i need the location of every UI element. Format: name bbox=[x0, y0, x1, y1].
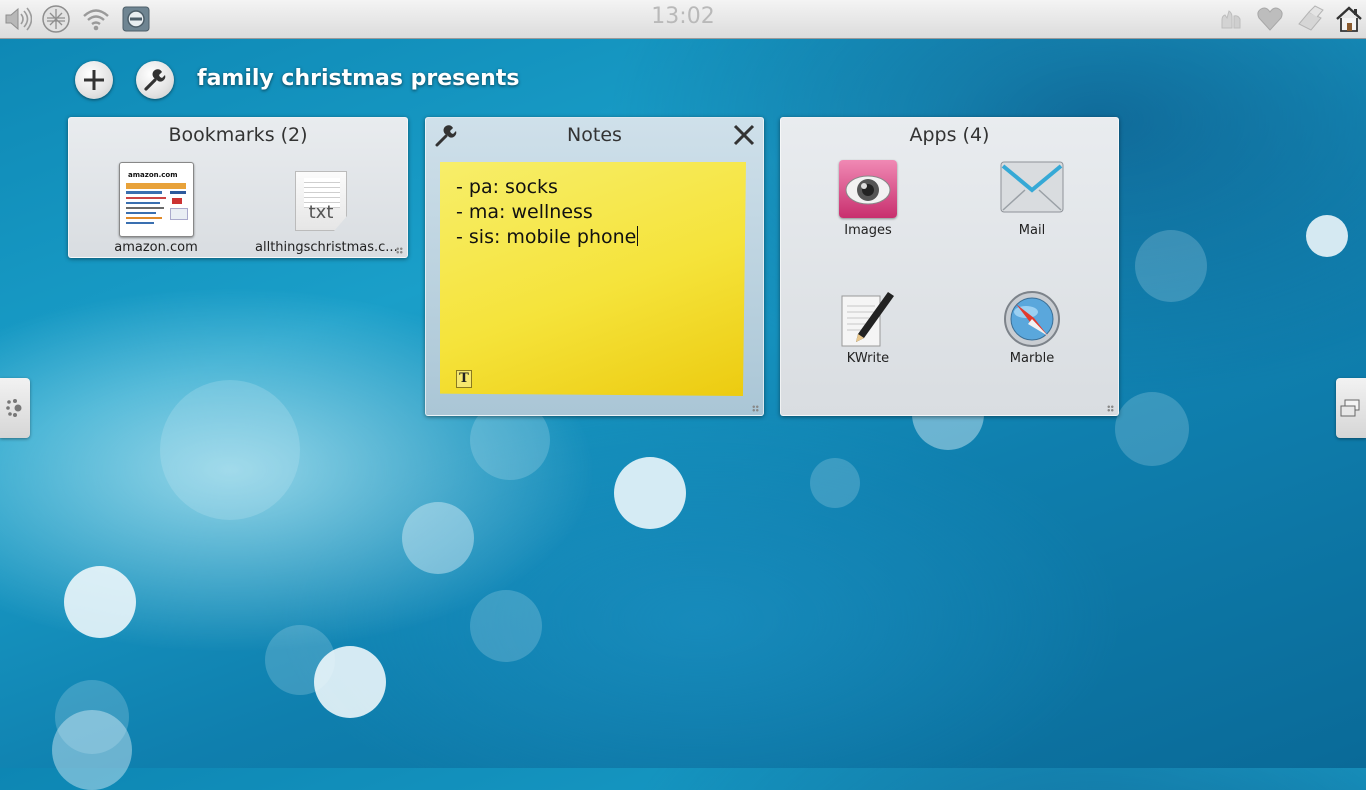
thumbnail-site-name: amazon.com bbox=[128, 171, 178, 179]
close-icon[interactable] bbox=[731, 122, 757, 148]
text-cursor bbox=[637, 226, 639, 246]
bokeh-decoration bbox=[810, 458, 860, 508]
apps-widget[interactable]: Apps (4) Images Mail KWrite Marble bbox=[780, 117, 1119, 416]
left-panel-tab[interactable] bbox=[0, 378, 30, 438]
bokeh-decoration bbox=[314, 646, 386, 718]
app-item-mail[interactable]: Mail bbox=[995, 160, 1069, 240]
spinner-icon bbox=[6, 399, 22, 417]
app-label: Mail bbox=[1018, 223, 1046, 238]
text-file-extension: txt bbox=[308, 202, 334, 223]
note-line: - pa: socks bbox=[456, 176, 558, 198]
bokeh-decoration bbox=[1306, 215, 1348, 257]
app-item-marble[interactable]: Marble bbox=[995, 290, 1069, 370]
add-widgets-button[interactable] bbox=[75, 61, 113, 99]
bokeh-decoration bbox=[614, 457, 686, 529]
bookmarks-title: Bookmarks (2) bbox=[168, 124, 308, 146]
note-line-with-cursor: - sis: mobile phone bbox=[456, 226, 639, 248]
right-panel-tab[interactable] bbox=[1336, 378, 1366, 438]
note-line-text: - sis: mobile phone bbox=[456, 226, 637, 248]
bokeh-decoration bbox=[64, 566, 136, 638]
bokeh-decoration bbox=[470, 590, 542, 662]
bokeh-decoration bbox=[1135, 230, 1207, 302]
plus-icon bbox=[84, 70, 104, 90]
kwrite-icon bbox=[838, 286, 898, 348]
window-switch-icon bbox=[1340, 399, 1360, 417]
configure-activity-button[interactable] bbox=[136, 61, 174, 99]
app-item-images[interactable]: Images bbox=[831, 160, 905, 240]
resize-handle[interactable] bbox=[752, 405, 759, 412]
apps-title: Apps (4) bbox=[909, 124, 990, 146]
text-file-icon: txt bbox=[295, 171, 347, 231]
favorite-heart-icon[interactable] bbox=[1255, 4, 1285, 34]
bokeh-decoration bbox=[55, 680, 129, 754]
images-icon bbox=[839, 160, 897, 218]
clock: 13:02 bbox=[651, 4, 715, 29]
notes-widget[interactable]: Notes - pa: socks - ma: wellness - sis: … bbox=[425, 117, 764, 416]
device-icon[interactable] bbox=[1295, 4, 1325, 34]
webpage-thumbnail-icon: amazon.com bbox=[119, 162, 194, 237]
wrench-icon bbox=[144, 69, 166, 91]
resize-handle[interactable] bbox=[1107, 405, 1114, 412]
mail-icon bbox=[1000, 160, 1064, 214]
bookmark-label: allthingschristmas.c... bbox=[255, 240, 398, 255]
bokeh-decoration bbox=[402, 502, 474, 574]
bookmark-label: amazon.com bbox=[114, 240, 198, 255]
home-icon[interactable] bbox=[1334, 4, 1364, 34]
top-panel: 13:02 bbox=[0, 0, 1366, 39]
bookmarks-widget[interactable]: Bookmarks (2) amazon.com amazon.com txt … bbox=[68, 117, 408, 258]
notifications-icon[interactable] bbox=[1216, 4, 1246, 34]
bokeh-decoration bbox=[52, 710, 132, 790]
resize-handle[interactable] bbox=[396, 247, 403, 254]
bookmark-item-amazon[interactable]: amazon.com amazon.com bbox=[114, 162, 198, 257]
sticky-note[interactable]: - pa: socks - ma: wellness - sis: mobile… bbox=[440, 162, 746, 396]
note-line: - ma: wellness bbox=[456, 201, 593, 223]
text-format-icon[interactable]: T bbox=[456, 370, 472, 388]
notes-title: Notes bbox=[567, 124, 622, 146]
bokeh-decoration bbox=[1115, 392, 1189, 466]
app-item-kwrite[interactable]: KWrite bbox=[831, 286, 905, 370]
bokeh-decoration bbox=[265, 625, 335, 695]
app-label: KWrite bbox=[846, 351, 890, 366]
bokeh-decoration bbox=[160, 380, 300, 520]
app-label: Images bbox=[844, 223, 892, 238]
app-label: Marble bbox=[1009, 351, 1055, 366]
activity-title[interactable]: family christmas presents bbox=[197, 66, 519, 91]
marble-icon bbox=[1002, 290, 1062, 348]
bookmark-item-allthingschristmas[interactable]: txt allthingschristmas.c... bbox=[249, 162, 399, 257]
